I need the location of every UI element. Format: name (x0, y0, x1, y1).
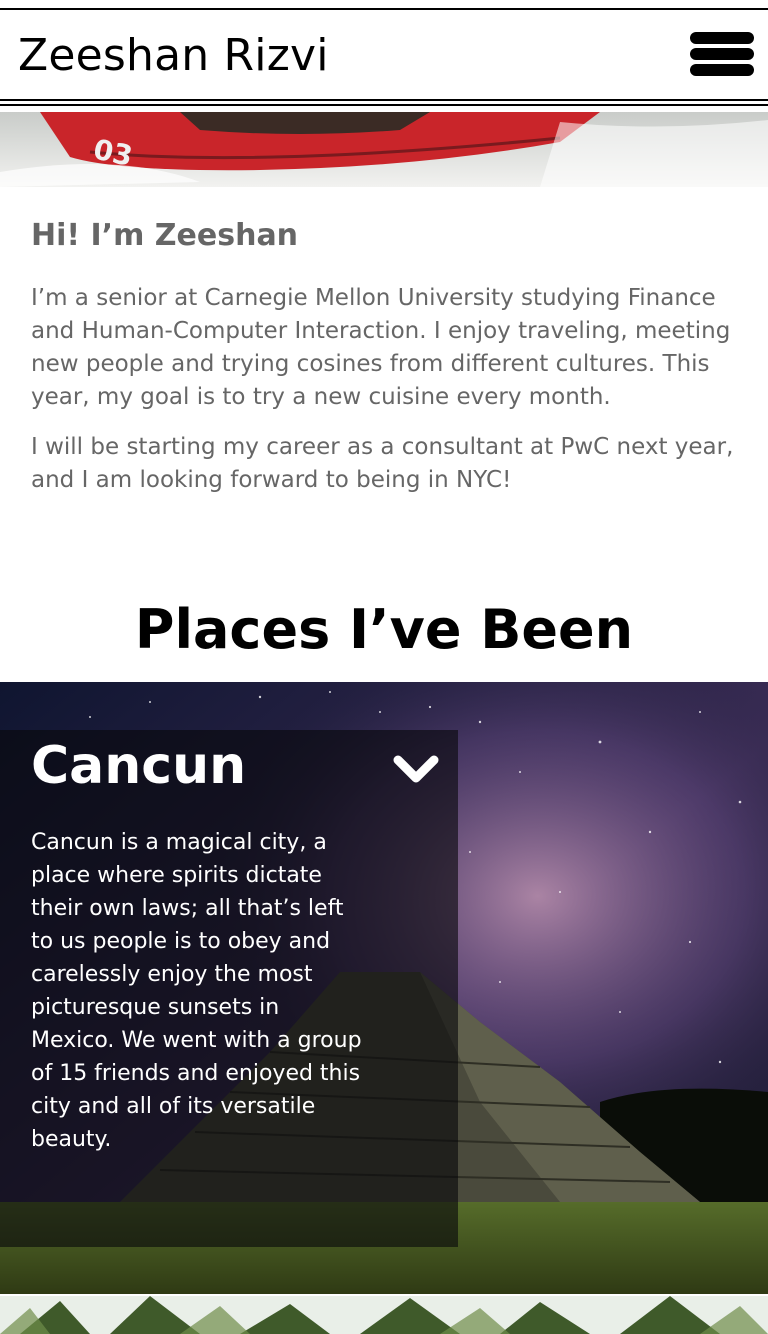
header-top-rule (0, 8, 768, 10)
intro-paragraph: I will be starting my career as a consul… (31, 434, 734, 493)
hamburger-menu-icon[interactable] (690, 30, 754, 78)
intro-heading: Hi! I’m Zeeshan (31, 218, 299, 253)
header-bottom-rule (0, 99, 768, 101)
intro-paragraph: I’m a senior at Carnegie Mellon Universi… (31, 285, 731, 410)
header-bottom-rule-2 (0, 104, 768, 106)
place-description: Cancun is a magical city, a place where … (31, 830, 362, 1152)
next-place-image (0, 1296, 768, 1334)
site-header: Zeeshan Rizvi (0, 0, 768, 112)
hero-image-rafting: 03 (0, 112, 768, 187)
place-name: Cancun (31, 736, 247, 796)
section-title: Places I’ve Been (134, 598, 634, 661)
site-title[interactable]: Zeeshan Rizvi (18, 28, 329, 84)
chevron-down-icon[interactable] (392, 750, 440, 790)
